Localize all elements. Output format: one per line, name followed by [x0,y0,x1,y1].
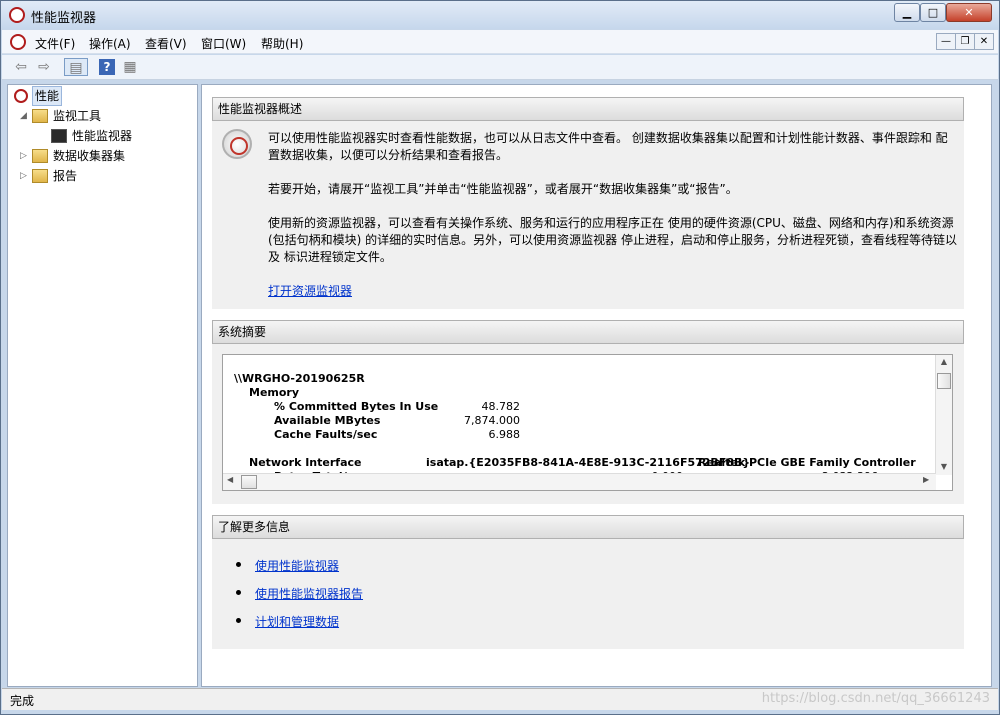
tree-item-data-collector-sets[interactable]: ▷ 数据收集器集 [20,147,190,165]
counter-value: 48.782 [481,400,521,413]
mdi-restore-button[interactable]: ❐ [955,33,975,50]
system-summary-panel: \\WRGHO-20190625R Memory % Committed Byt… [212,344,964,504]
app-window: 性能监视器 ▁ □ ✕ 文件(F) 操作(A) 查看(V) 窗口(W) 帮助(H… [0,0,1000,715]
scroll-thumb[interactable] [241,475,257,489]
tree-item-label: 数据收集器集 [53,149,126,163]
menu-help[interactable]: 帮助(H) [261,35,303,52]
expand-arrow-icon[interactable]: ▷ [20,147,30,165]
open-resource-monitor-link[interactable]: 打开资源监视器 [268,283,352,300]
menu-view[interactable]: 查看(V) [145,35,187,52]
scroll-down-arrow-icon[interactable]: ▼ [936,462,952,471]
close-button[interactable]: ✕ [946,3,992,22]
main-pane: 性能监视器概述 可以使用性能监视器实时查看性能数据，也可以从日志文件中查看。 创… [201,84,992,687]
tree-item-monitoring-tools[interactable]: ◢ 监视工具 [20,107,190,125]
mdi-close-button[interactable]: ✕ [974,33,994,50]
counter-name: Cache Faults/sec [274,428,378,441]
network-interface-label: Network Interface [249,456,362,469]
counter-value: 7,874.000 [464,414,520,427]
perfmon-app-icon [9,7,25,23]
tree-item-performance[interactable]: 性能 [12,86,192,106]
performance-monitor-icon [222,129,252,159]
machine-name: \\WRGHO-20190625R [234,372,365,385]
forward-arrow-icon[interactable]: ⇨ [35,58,53,76]
tree-item-reports[interactable]: ▷ 报告 [20,167,190,185]
menu-file[interactable]: 文件(F) [35,35,75,52]
horizontal-scrollbar[interactable]: ◀ ▶ [223,473,936,490]
status-text: 完成 [10,694,35,708]
memory-label: Memory [249,386,300,399]
help-icon[interactable]: ? [99,59,115,75]
back-arrow-icon[interactable]: ⇦ [12,58,30,76]
folder-icon [32,149,48,163]
tree-item-label: 性能 [32,86,63,106]
bullet-icon [236,618,241,623]
perfmon-reports-link[interactable]: 使用性能监视器报告 [255,585,363,602]
learn-more-panel: 使用性能监视器 使用性能监视器报告 计划和管理数据 [212,539,964,649]
show-hide-action-pane-icon[interactable]: ▦ [120,58,140,76]
learn-more-header: 了解更多信息 [212,515,964,539]
window-title: 性能监视器 [31,11,97,26]
scroll-up-arrow-icon[interactable]: ▲ [936,357,952,366]
maximize-button[interactable]: □ [920,3,946,22]
bullet-icon [236,590,241,595]
show-hide-console-tree-icon[interactable]: ▤ [64,58,88,76]
report-icon [32,169,48,183]
scroll-left-arrow-icon[interactable]: ◀ [227,475,233,484]
menu-action[interactable]: 操作(A) [89,35,131,52]
menu-bar: 文件(F) 操作(A) 查看(V) 窗口(W) 帮助(H) — ❐ ✕ [2,30,998,54]
using-perfmon-link[interactable]: 使用性能监视器 [255,557,339,574]
network-instance-2: Realtek PCIe GBE Family Controller [698,456,916,469]
tree-item-label: 性能监视器 [72,129,133,143]
toolbar: ⇦ ⇨ ▤ ? ▦ [2,55,998,80]
performance-icon [14,89,28,103]
console-tree: 性能 ◢ 监视工具 性能监视器 ▷ 数据收集器集 ▷ 报告 [7,84,198,687]
collapse-arrow-icon[interactable]: ◢ [20,107,30,125]
overview-paragraph-1: 可以使用性能监视器实时查看性能数据，也可以从日志文件中查看。 创建数据收集器集以… [268,131,948,162]
system-menu-icon[interactable] [10,34,26,50]
counter-name: Available MBytes [274,414,381,427]
menu-window[interactable]: 窗口(W) [201,35,246,52]
overview-paragraph-3: 使用新的资源监视器，可以查看有关操作系统、服务和运行的应用程序正在 使用的硬件资… [268,216,957,264]
system-summary-list[interactable]: \\WRGHO-20190625R Memory % Committed Byt… [222,354,953,491]
overview-header: 性能监视器概述 [212,97,964,121]
expand-arrow-icon[interactable]: ▷ [20,167,30,185]
tree-item-performance-monitor[interactable]: 性能监视器 [39,127,189,145]
minimize-button[interactable]: ▁ [894,3,920,22]
counter-name: % Committed Bytes In Use [274,400,439,413]
vertical-scrollbar[interactable]: ▲ ▼ [935,355,952,475]
tree-item-label: 报告 [53,169,78,183]
tree-item-label: 监视工具 [53,109,102,123]
counter-value: 6.988 [488,428,521,441]
schedule-manage-data-link[interactable]: 计划和管理数据 [255,613,339,630]
bullet-icon [236,562,241,567]
monitor-icon [51,129,67,143]
mdi-minimize-button[interactable]: — [936,33,956,50]
system-summary-header: 系统摘要 [212,320,964,344]
scroll-right-arrow-icon[interactable]: ▶ [923,475,929,484]
title-bar[interactable]: 性能监视器 ▁ □ ✕ [1,1,999,29]
overview-paragraph-2: 若要开始，请展开“监视工具”并单击“性能监视器”，或者展开“数据收集器集”或“报… [268,182,738,196]
status-bar: 完成 https://blog.csdn.net/qq_36661243 [2,688,998,710]
scroll-thumb[interactable] [937,373,951,389]
folder-icon [32,109,48,123]
overview-panel: 可以使用性能监视器实时查看性能数据，也可以从日志文件中查看。 创建数据收集器集以… [212,121,964,309]
watermark: https://blog.csdn.net/qq_36661243 [761,691,990,706]
